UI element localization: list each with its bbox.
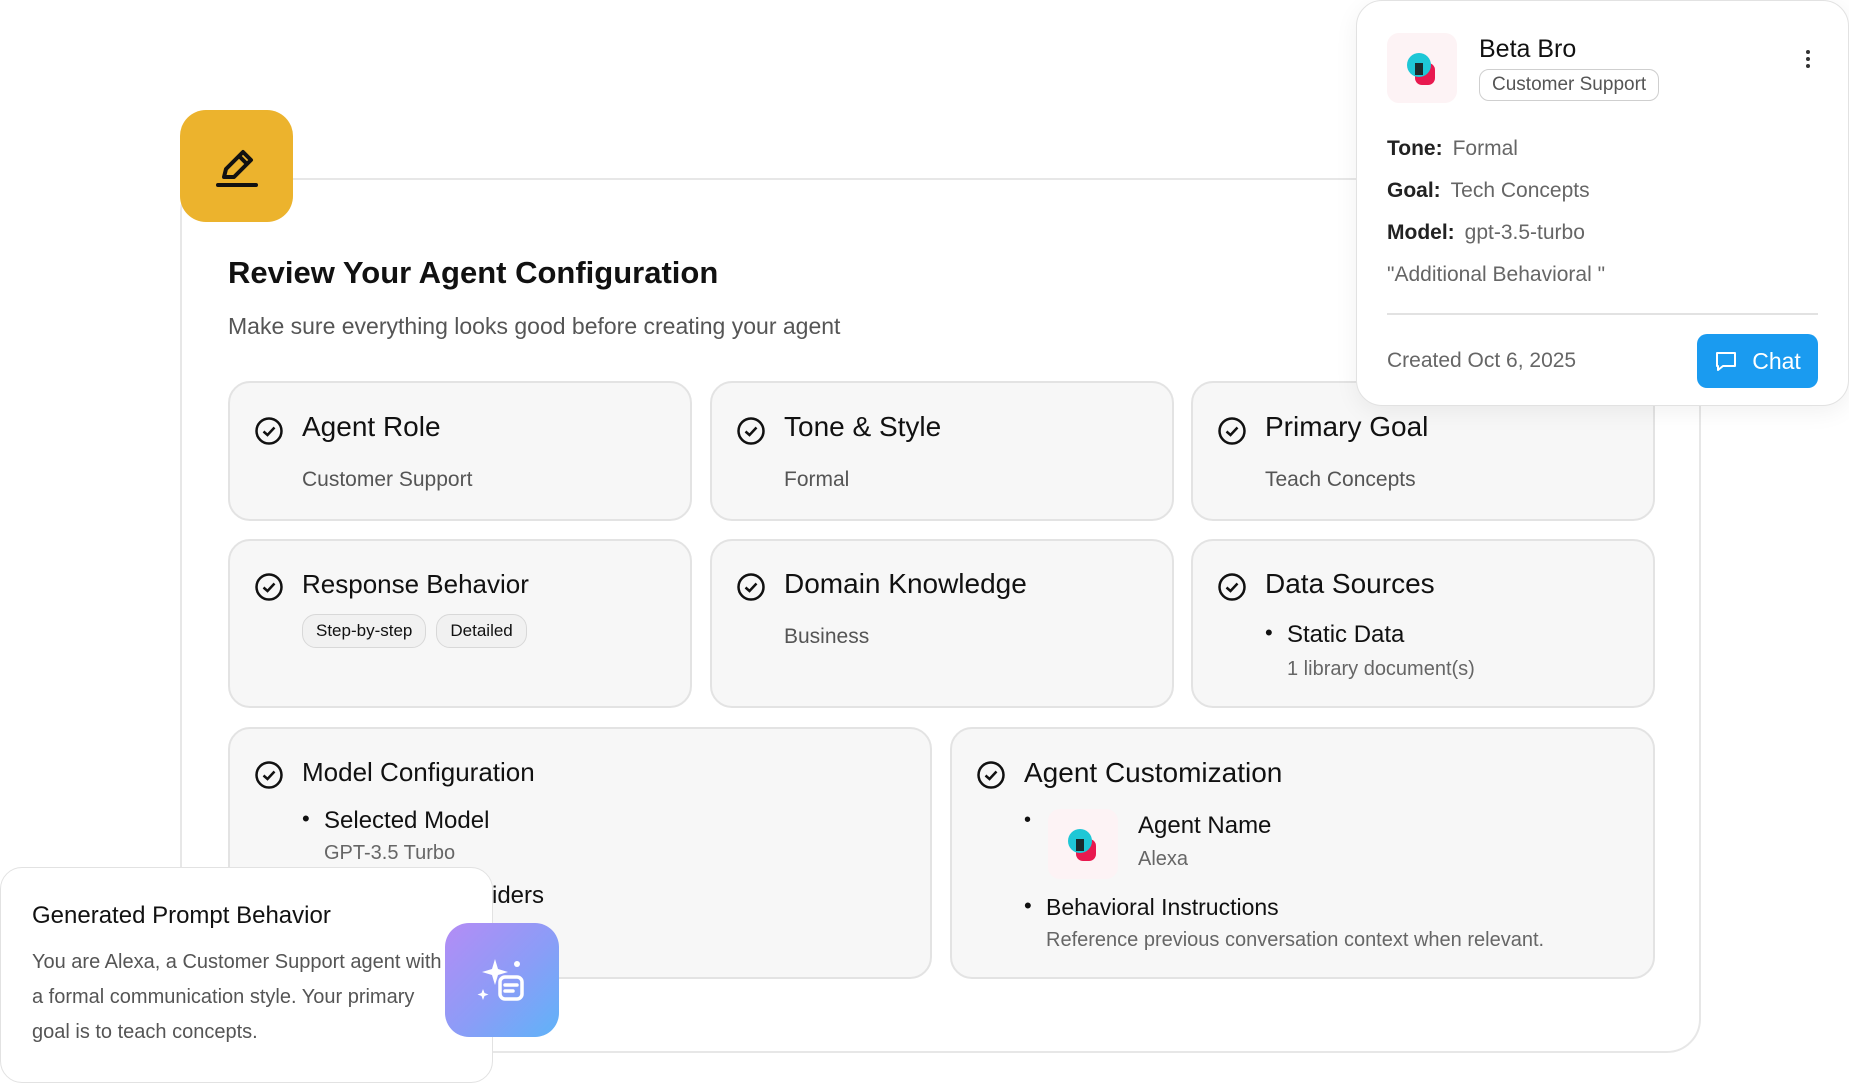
- beta-logo: [1068, 829, 1096, 861]
- chat-label: Chat: [1752, 347, 1801, 374]
- model-item: Selected Model: [302, 806, 489, 835]
- model-label: Model:: [1387, 221, 1455, 244]
- card-value: Formal: [784, 468, 850, 491]
- check-circle-icon: [255, 417, 283, 445]
- check-circle-icon: [737, 417, 765, 445]
- chat-icon: [1716, 352, 1737, 371]
- popup-role-tag: Customer Support: [1479, 69, 1660, 101]
- check-circle-icon: [977, 761, 1005, 789]
- instructions-label: Behavioral Instructions: [1024, 893, 1279, 921]
- popup-avatar: [1387, 33, 1457, 103]
- edit-badge: [180, 110, 293, 222]
- card-response-behavior[interactable]: Response Behavior Step-by-step Detailed: [228, 539, 692, 708]
- card-tone-style[interactable]: Tone & Style Formal: [710, 381, 1174, 521]
- instructions-value: Reference previous conversation context …: [1046, 929, 1545, 951]
- popup-tone: Tone: Formal: [1387, 137, 1518, 161]
- chip-step-by-step: Step-by-step: [302, 614, 427, 648]
- card-value: Customer Support: [302, 468, 473, 491]
- goal-label: Goal:: [1387, 179, 1441, 202]
- popup-extra: "Additional Behavioral ": [1387, 263, 1606, 286]
- chip-list: Step-by-step Detailed: [302, 614, 537, 648]
- sparkle-icon: [477, 959, 524, 1001]
- card-value: Business: [784, 625, 870, 648]
- chip-detailed: Detailed: [436, 614, 527, 648]
- tone-value: Formal: [1452, 137, 1518, 160]
- model-value: gpt-3.5-turbo: [1464, 221, 1585, 244]
- tone-label: Tone:: [1387, 137, 1443, 160]
- card-title: Data Sources: [1265, 568, 1435, 599]
- prompt-text: You are Alexa, a Customer Support agent …: [32, 951, 442, 1043]
- card-title: Agent Customization: [1024, 757, 1283, 788]
- page-subtitle: Make sure everything looks good before c…: [228, 313, 841, 339]
- kebab-menu-icon[interactable]: [1806, 47, 1812, 71]
- agent-name-value: Alexa: [1138, 848, 1189, 870]
- created-date: Created Oct 6, 2025: [1387, 349, 1577, 372]
- agent-name-label: Agent Name: [1138, 812, 1272, 839]
- data-source-detail: 1 library document(s): [1287, 658, 1475, 680]
- card-agent-customization[interactable]: Agent Customization • Agent Name Alexa B…: [950, 727, 1655, 979]
- check-circle-icon: [255, 761, 283, 789]
- card-agent-role[interactable]: Agent Role Customer Support: [228, 381, 692, 521]
- model-detail: GPT-3.5 Turbo: [324, 842, 456, 864]
- generated-prompt-card: Generated Prompt Behavior You are Alexa,…: [0, 867, 493, 1083]
- card-data-sources[interactable]: Data Sources Static Data 1 library docum…: [1191, 539, 1655, 708]
- card-title: Tone & Style: [784, 411, 942, 442]
- agent-avatar: [1048, 809, 1118, 879]
- data-source-item: Static Data: [1265, 620, 1404, 649]
- popup-divider: [1387, 313, 1818, 315]
- prompt-title: Generated Prompt Behavior: [32, 902, 331, 929]
- popup-goal: Goal: Tech Concepts: [1387, 179, 1590, 203]
- check-circle-icon: [1218, 573, 1246, 601]
- popup-model: Model: gpt-3.5-turbo: [1387, 221, 1585, 245]
- sparkle-badge[interactable]: [445, 923, 559, 1037]
- bullet-dot: •: [1024, 809, 1032, 831]
- popup-agent-name: Beta Bro: [1479, 35, 1577, 63]
- goal-value: Tech Concepts: [1450, 179, 1590, 202]
- check-circle-icon: [1218, 417, 1246, 445]
- beta-logo: [1407, 53, 1435, 85]
- card-title: Primary Goal: [1265, 411, 1429, 442]
- check-circle-icon: [737, 573, 765, 601]
- card-title: Response Behavior: [302, 569, 529, 599]
- page-title: Review Your Agent Configuration: [228, 255, 719, 290]
- card-title: Agent Role: [302, 411, 441, 442]
- chat-button[interactable]: Chat: [1697, 334, 1818, 388]
- card-title: Model Configuration: [302, 757, 535, 787]
- card-value: Teach Concepts: [1265, 468, 1416, 491]
- card-domain-knowledge[interactable]: Domain Knowledge Business: [710, 539, 1174, 708]
- edit-icon: [215, 150, 258, 187]
- card-title: Domain Knowledge: [784, 568, 1027, 599]
- agent-summary-popup: Beta Bro Customer Support Tone: Formal Go…: [1356, 0, 1849, 406]
- check-circle-icon: [255, 573, 283, 601]
